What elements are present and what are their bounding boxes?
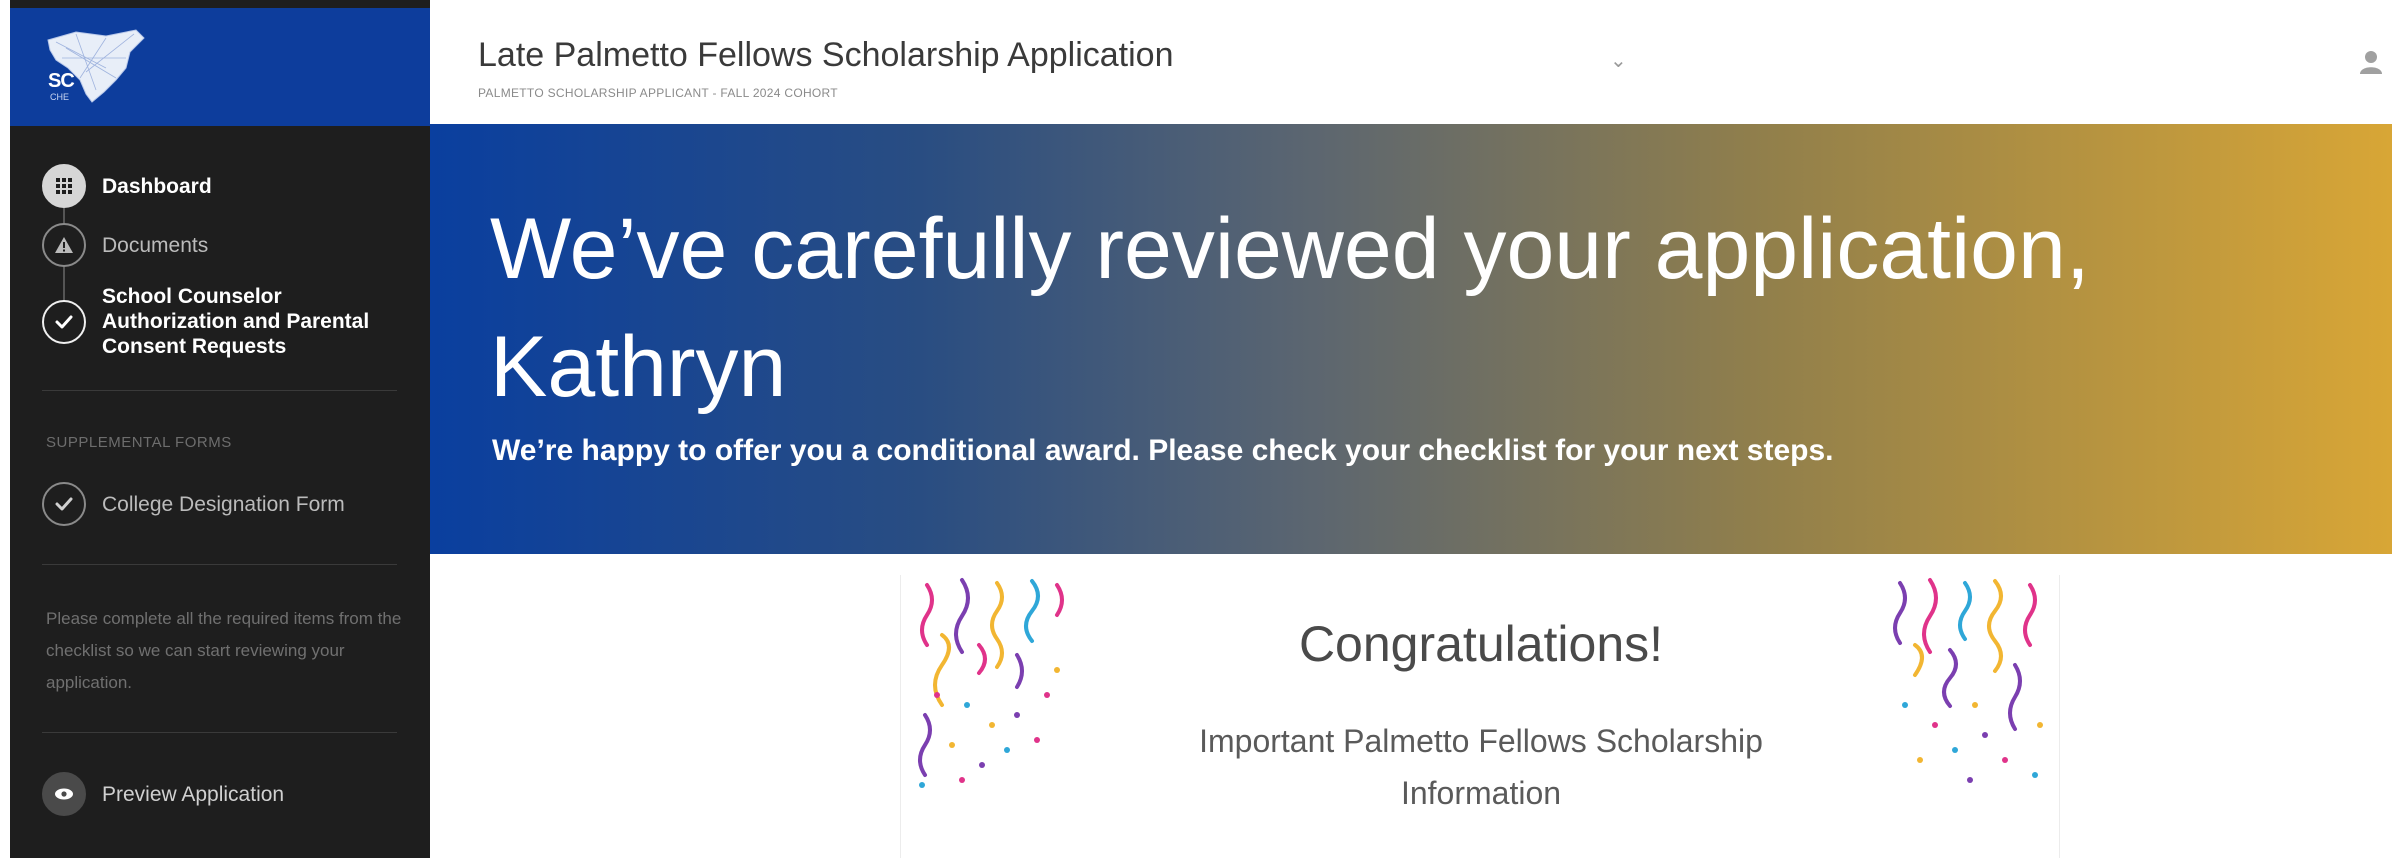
sidebar-item-label: Documents [102, 233, 209, 257]
sidebar-item-dashboard[interactable]: Dashboard [42, 164, 212, 208]
confetti-icon [1893, 578, 2043, 783]
important-information-heading: Important Palmetto Fellows Scholarship I… [1199, 723, 1763, 811]
application-subtitle: PALMETTO SCHOLARSHIP APPLICANT - FALL 20… [478, 86, 838, 100]
application-title-dropdown[interactable]: Late Palmetto Fellows Scholarship Applic… [478, 36, 1174, 75]
welcome-banner: We’ve carefully reviewed your applicatio… [430, 124, 2392, 554]
preview-application-label: Preview Application [102, 782, 285, 806]
sidebar-divider [42, 390, 397, 391]
logo-text: SC [48, 70, 75, 92]
grid-icon [42, 164, 86, 208]
sidebar-item-label: Dashboard [102, 174, 212, 198]
eye-icon [42, 772, 86, 816]
sidebar-item-counselor-consent[interactable]: School Counselor Authorization and Paren… [42, 284, 392, 359]
sidebar: SC CHE Dashboard Documents School Counse [10, 0, 430, 858]
sidebar-item-label: College Designation Form [102, 492, 345, 516]
banner-subheading: We’re happy to offer you a conditional a… [492, 434, 1834, 467]
logo-subtext: CHE [50, 92, 70, 102]
preview-application-button[interactable]: Preview Application [42, 772, 284, 816]
app-header: Late Palmetto Fellows Scholarship Applic… [430, 0, 2392, 124]
congratulations-card: Congratulations! Important Palmetto Fell… [900, 575, 2060, 858]
check-icon [42, 299, 86, 344]
supplemental-forms-heading: SUPPLEMENTAL FORMS [46, 434, 232, 451]
sidebar-item-label: School Counselor Authorization and Paren… [102, 285, 370, 358]
checklist-note: Please complete all the required items f… [46, 609, 402, 692]
warning-icon [42, 223, 86, 267]
user-icon[interactable] [2360, 50, 2382, 74]
check-icon [42, 482, 86, 526]
sidebar-divider [42, 564, 397, 565]
sidebar-item-college-designation[interactable]: College Designation Form [42, 482, 345, 526]
sidebar-divider [42, 732, 397, 733]
chevron-down-icon[interactable]: ⌄ [1610, 48, 1627, 73]
banner-heading: We’ve carefully reviewed your applicatio… [490, 201, 2090, 415]
congratulations-title: Congratulations! [1298, 616, 1664, 672]
confetti-icon [918, 578, 1064, 788]
sidebar-item-documents[interactable]: Documents [42, 223, 208, 267]
logo[interactable]: SC CHE [10, 8, 430, 126]
